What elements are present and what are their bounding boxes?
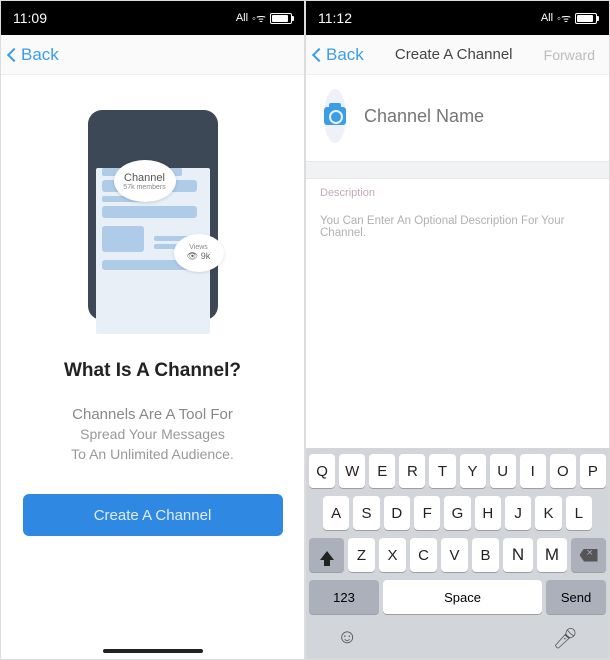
key-v[interactable]: V <box>441 538 468 572</box>
emoji-key[interactable]: ☺ <box>337 626 357 651</box>
numbers-key[interactable]: 123 <box>309 580 379 614</box>
status-bar: 11:12 All ◦ᯤ <box>306 1 609 35</box>
key-k[interactable]: K <box>535 496 561 530</box>
key-b[interactable]: B <box>472 538 499 572</box>
back-button[interactable]: Back <box>314 45 364 65</box>
status-time: 11:12 <box>318 10 352 26</box>
screen-create-channel: 11:12 All ◦ᯤ Back Create A Channel Forwa… <box>305 0 610 660</box>
key-x[interactable]: X <box>379 538 406 572</box>
forward-button[interactable]: Forward <box>544 47 601 63</box>
key-y[interactable]: Y <box>460 454 486 488</box>
page-subtitle: Channels Are A Tool For Spread Your Mess… <box>71 404 234 464</box>
key-n[interactable]: N <box>503 538 533 572</box>
status-network: All <box>541 12 553 24</box>
camera-icon <box>324 107 346 125</box>
home-indicator[interactable] <box>103 649 203 653</box>
backspace-icon <box>580 549 598 562</box>
space-key[interactable]: Space <box>383 580 542 614</box>
nav-bar: Back Create A Channel Forward <box>306 35 609 75</box>
backspace-key[interactable] <box>571 538 606 572</box>
key-q[interactable]: Q <box>309 454 335 488</box>
key-m[interactable]: M <box>537 538 567 572</box>
page-title: What Is A Channel? <box>64 360 241 382</box>
send-key[interactable]: Send <box>546 580 606 614</box>
battery-icon <box>575 13 597 24</box>
back-label: Back <box>326 45 364 65</box>
key-r[interactable]: R <box>399 454 425 488</box>
key-i[interactable]: I <box>520 454 546 488</box>
channel-illustration: Channel 57k members Views 👁 9k <box>88 110 218 320</box>
wifi-icon: ◦ᯤ <box>252 11 266 26</box>
nav-title: Create A Channel <box>364 46 544 63</box>
key-g[interactable]: G <box>444 496 470 530</box>
keyboard: QWERTYUIOP ASDFGHJKL ZXCVBNM 123 Space S… <box>306 448 609 659</box>
chevron-left-icon <box>312 47 326 61</box>
key-z[interactable]: Z <box>348 538 375 572</box>
status-network: All <box>236 12 248 24</box>
key-l[interactable]: L <box>566 496 592 530</box>
key-a[interactable]: A <box>323 496 349 530</box>
chevron-left-icon <box>7 47 21 61</box>
key-o[interactable]: O <box>550 454 576 488</box>
nav-bar: Back <box>1 35 304 75</box>
section-divider <box>306 161 609 179</box>
battery-icon <box>270 13 292 24</box>
mic-key[interactable]: 🎤︎ <box>553 626 578 651</box>
key-e[interactable]: E <box>369 454 395 488</box>
back-label: Back <box>21 45 59 65</box>
key-d[interactable]: D <box>384 496 410 530</box>
create-channel-button[interactable]: Create A Channel <box>23 494 283 536</box>
illustration-channel-bubble: Channel 57k members <box>114 160 176 202</box>
back-button[interactable]: Back <box>9 45 59 65</box>
shift-icon <box>320 551 334 560</box>
key-j[interactable]: J <box>505 496 531 530</box>
illustration-views-bubble: Views 👁 9k <box>174 234 224 272</box>
description-label: Description <box>306 179 609 205</box>
description-input[interactable]: You Can Enter An Optional Description Fo… <box>306 205 609 448</box>
key-p[interactable]: P <box>580 454 606 488</box>
screen-what-is-channel: 11:09 All ◦ᯤ Back Channel 57k members <box>0 0 305 660</box>
key-h[interactable]: H <box>475 496 501 530</box>
channel-photo-button[interactable] <box>324 89 346 143</box>
key-w[interactable]: W <box>339 454 365 488</box>
wifi-icon: ◦ᯤ <box>557 11 571 26</box>
shift-key[interactable] <box>309 538 344 572</box>
key-f[interactable]: F <box>414 496 440 530</box>
key-t[interactable]: T <box>429 454 455 488</box>
status-bar: 11:09 All ◦ᯤ <box>1 1 304 35</box>
key-u[interactable]: U <box>490 454 516 488</box>
key-s[interactable]: S <box>353 496 379 530</box>
key-c[interactable]: C <box>410 538 437 572</box>
status-time: 11:09 <box>13 10 47 26</box>
channel-name-input[interactable] <box>364 106 596 127</box>
